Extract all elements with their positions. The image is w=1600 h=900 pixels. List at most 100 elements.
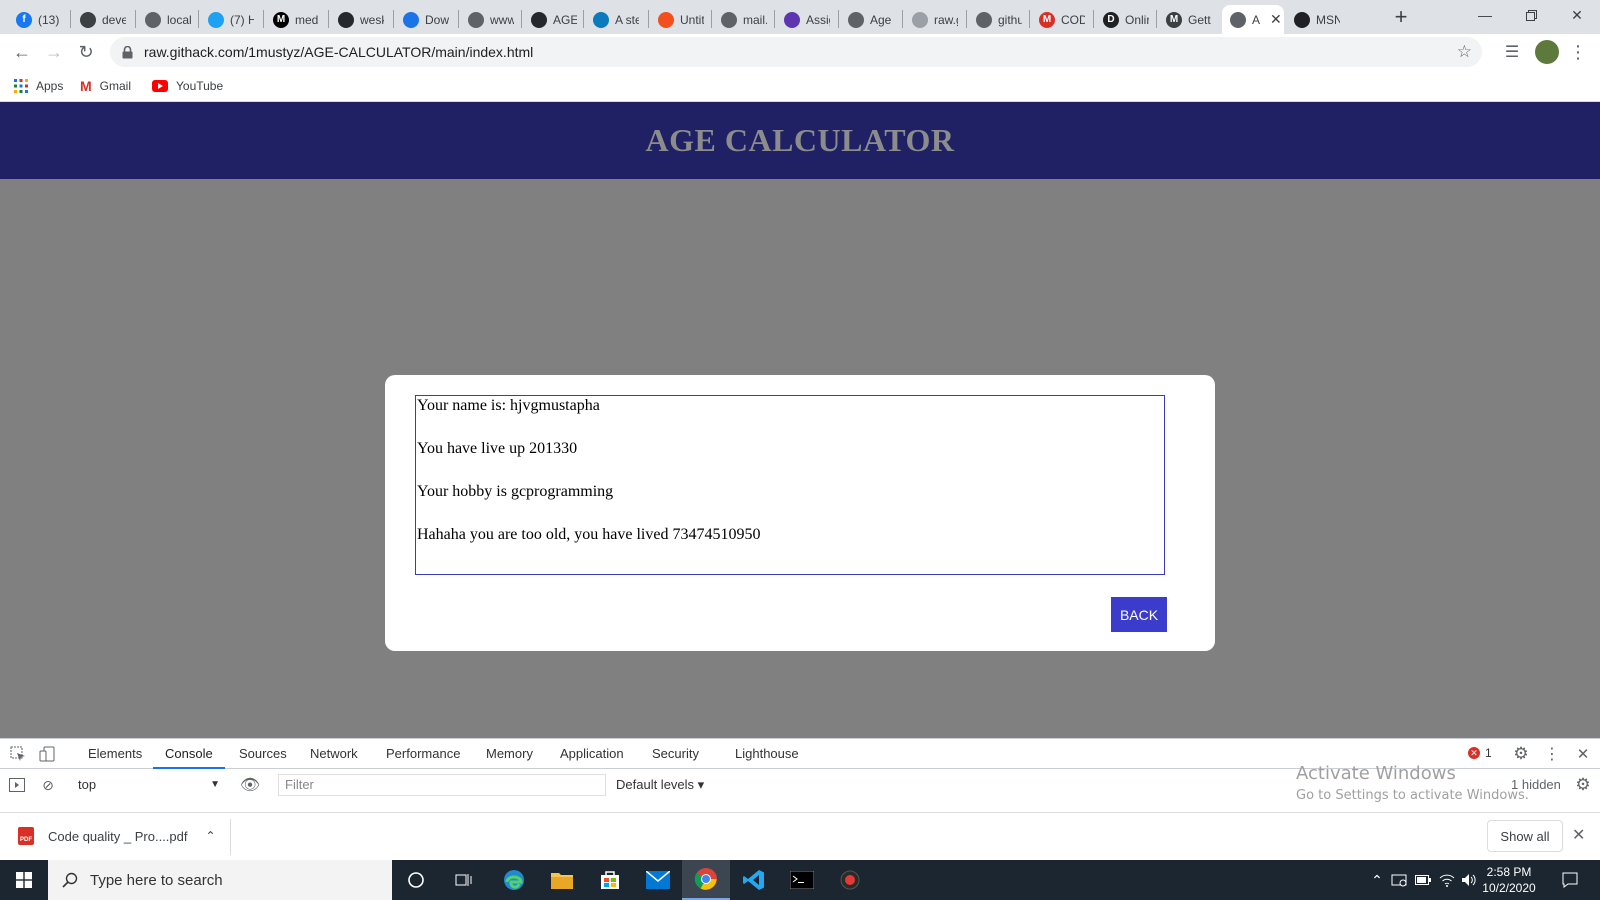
- terminal-icon[interactable]: [778, 860, 826, 900]
- context-select[interactable]: top ▼: [72, 774, 224, 796]
- notifications-icon[interactable]: [1556, 860, 1584, 900]
- browser-tab[interactable]: Assig: [776, 5, 836, 34]
- download-icon: [403, 11, 419, 28]
- tab-title: Age: [870, 12, 892, 27]
- browser-tab[interactable]: MSN: [1286, 5, 1346, 34]
- tab-separator: [1029, 10, 1030, 28]
- show-all-button[interactable]: Show all: [1487, 820, 1563, 852]
- wifi-icon[interactable]: [1436, 860, 1458, 900]
- browser-tab[interactable]: Untit: [650, 5, 710, 34]
- browser-tab[interactable]: A ✕: [1222, 5, 1284, 34]
- browser-tab[interactable]: local: [137, 5, 197, 34]
- taskbar-search-input[interactable]: Type here to search: [48, 860, 392, 900]
- close-tab-icon[interactable]: ✕: [1270, 11, 1282, 28]
- tab-separator: [458, 10, 459, 28]
- chevron-up-icon[interactable]: ⌃: [205, 829, 215, 843]
- bookmark-gmail[interactable]: M Gmail: [80, 76, 131, 96]
- address-bar[interactable]: raw.githack.com/1mustyz/AGE-CALCULATOR/m…: [110, 37, 1482, 67]
- store-icon[interactable]: [586, 860, 634, 900]
- gear-icon[interactable]: ⚙: [1512, 744, 1530, 763]
- twitter-icon: [208, 11, 224, 28]
- restore-button[interactable]: [1508, 0, 1554, 30]
- forward-arrow-icon[interactable]: →: [42, 40, 66, 64]
- browser-tab[interactable]: githu: [968, 5, 1028, 34]
- cortana-icon[interactable]: [392, 860, 440, 900]
- browser-tab[interactable]: (7) H: [200, 5, 260, 34]
- network-status-icon[interactable]: [1388, 860, 1410, 900]
- task-view-icon[interactable]: [440, 860, 488, 900]
- gmail-icon: M: [80, 78, 92, 94]
- browser-tab[interactable]: wesk: [330, 5, 390, 34]
- dropdown-arrow-icon: ▼: [210, 779, 220, 790]
- console-settings-icon[interactable]: ⚙: [1574, 775, 1592, 794]
- browser-tab[interactable]: Mmed: [265, 5, 325, 34]
- search-icon: [62, 872, 78, 888]
- back-arrow-icon[interactable]: ←: [10, 40, 34, 64]
- browser-toolbar: ← → ↻ raw.githack.com/1mustyz/AGE-CALCUL…: [0, 34, 1600, 70]
- devtools-tab-console[interactable]: Console: [153, 739, 225, 769]
- clear-console-icon[interactable]: ⊘: [39, 776, 57, 794]
- browser-tab[interactable]: M Gett: [1158, 5, 1218, 34]
- devtools-tab-elements[interactable]: Elements: [88, 739, 142, 769]
- bookmark-youtube[interactable]: YouTube: [152, 76, 223, 96]
- file-explorer-icon[interactable]: [538, 860, 586, 900]
- close-download-bar-icon[interactable]: ✕: [1572, 825, 1585, 845]
- minimize-button[interactable]: —: [1462, 0, 1508, 30]
- browser-tab[interactable]: deve: [72, 5, 132, 34]
- browser-tab[interactable]: Dow: [395, 5, 455, 34]
- browser-tab[interactable]: D Onlin: [1095, 5, 1155, 34]
- download-item[interactable]: PDF Code quality _ Pro....pdf ⌃: [18, 821, 216, 851]
- bookmark-star-icon[interactable]: ☆: [1457, 42, 1472, 62]
- devtools-tab-application[interactable]: Application: [560, 739, 624, 769]
- devtools-tab-security[interactable]: Security: [652, 739, 699, 769]
- mail-icon[interactable]: [634, 860, 682, 900]
- browser-tab[interactable]: mail.: [713, 5, 773, 34]
- show-hidden-icons-icon[interactable]: ⌃: [1366, 860, 1388, 900]
- clock-time: 2:58 PM: [1486, 865, 1532, 879]
- devtools-tab-performance[interactable]: Performance: [386, 739, 460, 769]
- inspect-element-icon[interactable]: [9, 745, 27, 763]
- close-icon[interactable]: ✕: [1574, 745, 1592, 763]
- tab-title: githu: [998, 12, 1022, 27]
- devtools-tab-memory[interactable]: Memory: [486, 739, 533, 769]
- windows-start-icon[interactable]: [0, 860, 48, 900]
- tab-separator: [1156, 10, 1157, 28]
- devtools-tab-network[interactable]: Network: [310, 739, 358, 769]
- battery-icon[interactable]: [1412, 860, 1434, 900]
- devtools-tab-sources[interactable]: Sources: [239, 739, 287, 769]
- globe-icon: [848, 11, 864, 28]
- error-count-badge[interactable]: ✕ 1: [1468, 746, 1492, 760]
- avatar[interactable]: [1535, 40, 1559, 64]
- system-clock[interactable]: 2:58 PM 10/2/2020: [1474, 864, 1544, 896]
- vscode-icon[interactable]: [730, 860, 778, 900]
- console-filter-input[interactable]: Filter: [278, 774, 606, 796]
- tab-separator: [902, 10, 903, 28]
- log-levels-dropdown[interactable]: Default levels ▾: [616, 774, 704, 796]
- media-control-icon[interactable]: ☰: [1500, 40, 1524, 64]
- back-button[interactable]: BACK: [1111, 597, 1167, 632]
- devtools-tab-lighthouse[interactable]: Lighthouse: [735, 739, 799, 769]
- bookmark-apps[interactable]: Apps: [14, 76, 63, 96]
- browser-tab[interactable]: AGE: [523, 5, 583, 34]
- close-window-button[interactable]: ✕: [1554, 0, 1600, 30]
- browser-tab[interactable]: raw.g: [904, 5, 964, 34]
- tab-title: Dow: [425, 12, 449, 27]
- chrome-icon[interactable]: [682, 860, 730, 900]
- device-toolbar-icon[interactable]: [38, 745, 56, 763]
- sidebar-toggle-icon[interactable]: [8, 776, 26, 794]
- eye-icon[interactable]: 👁: [240, 776, 260, 794]
- tab-title: (7) H: [230, 12, 254, 27]
- apps-grid-icon: [14, 79, 28, 93]
- reload-icon[interactable]: ↻: [74, 40, 98, 64]
- browser-tab[interactable]: f (13): [8, 5, 68, 34]
- browser-tab[interactable]: M COD: [1031, 5, 1091, 34]
- new-tab-button[interactable]: +: [1388, 4, 1414, 30]
- browser-tab[interactable]: www: [460, 5, 520, 34]
- screen-recorder-icon[interactable]: [826, 860, 874, 900]
- browser-tab[interactable]: Age: [840, 5, 900, 34]
- devtools-menu-icon[interactable]: ⋮: [1543, 745, 1561, 763]
- browser-tab[interactable]: A ste: [585, 5, 645, 34]
- edge-icon[interactable]: [490, 860, 538, 900]
- result-output: Your name is: hjvgmustapha You have live…: [415, 395, 1165, 575]
- menu-kebab-icon[interactable]: ⋮: [1566, 40, 1590, 64]
